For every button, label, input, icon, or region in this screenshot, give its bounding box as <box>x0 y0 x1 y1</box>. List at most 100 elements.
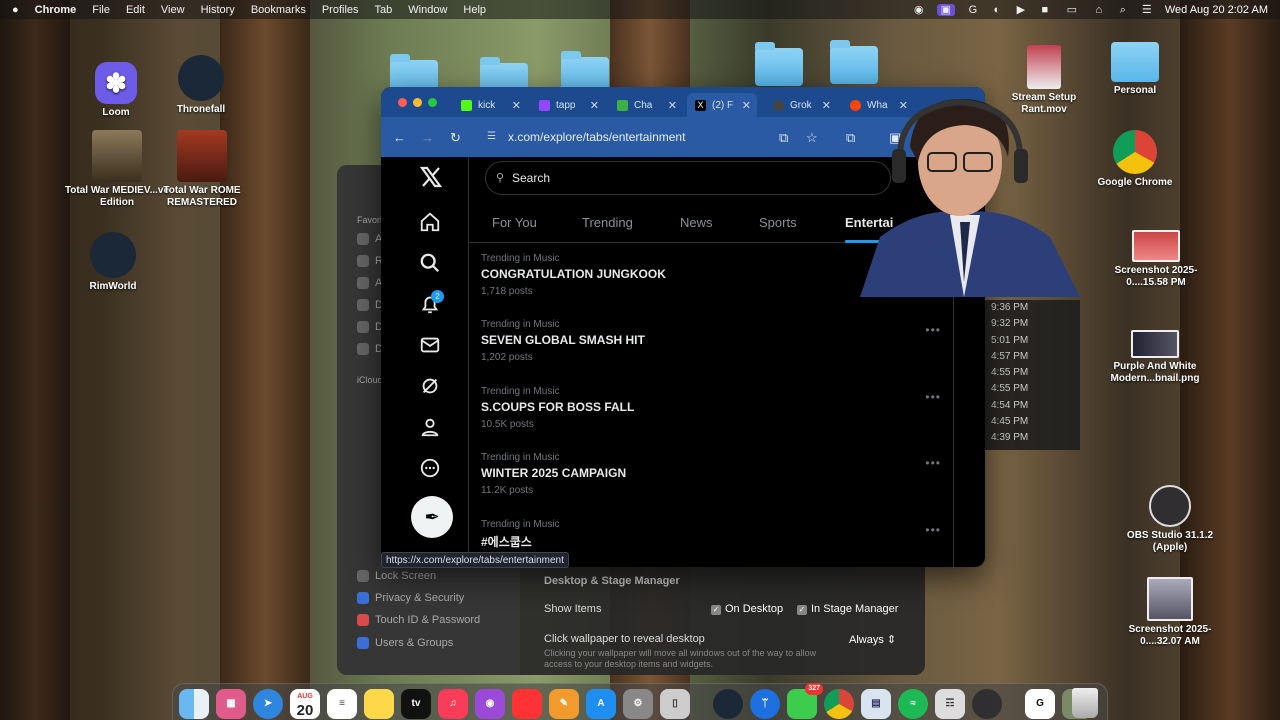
trend-item[interactable]: Trending in Music S.COUPS FOR BOSS FALL … <box>481 386 941 430</box>
settings-sidebar-item[interactable]: Lock Screen <box>357 570 436 582</box>
play-status-icon[interactable]: ▶ <box>1015 4 1027 16</box>
more-icon[interactable]: ••• <box>925 323 941 337</box>
forward-icon[interactable]: → <box>421 130 434 145</box>
trend-item[interactable]: Trending in Music WINTER 2025 CAMPAIGN 1… <box>481 452 941 496</box>
safari-icon[interactable]: ➤ <box>253 689 283 719</box>
tab-for-you[interactable]: For You <box>492 215 537 230</box>
desktop-icon-rimworld[interactable]: RimWorld <box>58 232 168 293</box>
search-icon[interactable] <box>419 252 445 278</box>
tab-trending[interactable]: Trending <box>582 215 633 230</box>
news-icon[interactable] <box>512 689 542 719</box>
menu-view[interactable]: View <box>161 4 185 16</box>
menu-edit[interactable]: Edit <box>126 4 145 16</box>
folder-icon[interactable] <box>755 42 803 86</box>
tab-grok[interactable]: Grok ✕ <box>773 93 831 117</box>
menu-bookmarks[interactable]: Bookmarks <box>251 4 306 16</box>
preview-icon[interactable]: ▤ <box>861 689 891 719</box>
desktop-icon-google-chrome[interactable]: Google Chrome <box>1080 130 1190 189</box>
settings-sidebar-item[interactable]: Privacy & Security <box>357 592 464 604</box>
music-icon[interactable]: ♫ <box>438 689 468 719</box>
tab-news[interactable]: News <box>680 215 713 230</box>
status-app-icon[interactable]: ◉ <box>913 4 925 16</box>
site-info-icon[interactable]: ☰ <box>487 123 496 151</box>
desktop-icon-purple-white[interactable]: Purple And White Modern...bnail.png <box>1100 330 1210 385</box>
x-logo-icon[interactable] <box>419 165 445 191</box>
car-status-icon[interactable]: ■ <box>1039 4 1051 16</box>
search-input[interactable]: ⚲ Search <box>485 161 891 195</box>
close-tab-icon[interactable]: ✕ <box>668 99 677 112</box>
folder-icon[interactable] <box>830 40 878 84</box>
spotlight-search-icon[interactable]: ⌕ <box>1117 4 1129 16</box>
settings-sidebar-item[interactable]: Users & Groups <box>357 637 453 649</box>
menu-app-name[interactable]: Chrome <box>35 4 77 16</box>
apple-menu-icon[interactable]: ● <box>12 4 19 16</box>
menu-tab[interactable]: Tab <box>375 4 393 16</box>
trend-item[interactable]: Trending in Music #에스쿱스 ••• <box>481 519 941 550</box>
tab-x[interactable]: X (2) F ✕ <box>687 93 757 117</box>
tab-tapp[interactable]: tapp ✕ <box>539 93 599 117</box>
desktop-icon-screenshot-2[interactable]: Screenshot 2025-0....32.07 AM <box>1115 577 1225 648</box>
on-desktop-checkbox[interactable]: ✓ On Desktop <box>711 603 783 615</box>
control-center-icon[interactable]: ☰ <box>1141 4 1153 16</box>
messages-icon[interactable]: 327 <box>787 683 823 719</box>
launchpad-icon[interactable]: ▦ <box>216 689 246 719</box>
menu-clock[interactable]: Wed Aug 20 2:02 AM <box>1165 4 1268 16</box>
desktop-icon-personal[interactable]: Personal <box>1080 42 1190 97</box>
grammarly-icon[interactable]: G <box>1025 689 1055 719</box>
more-icon[interactable]: ••• <box>925 390 941 404</box>
zoom-window-button[interactable] <box>428 98 437 107</box>
menu-help[interactable]: Help <box>463 4 486 16</box>
calendar-icon[interactable]: AUG 20 <box>290 689 320 719</box>
menu-file[interactable]: File <box>92 4 110 16</box>
tab-sports[interactable]: Sports <box>759 215 797 230</box>
close-tab-icon[interactable]: ✕ <box>590 99 599 112</box>
system-settings-icon[interactable]: ⚙ <box>623 689 653 719</box>
menu-profiles[interactable]: Profiles <box>322 4 359 16</box>
reminders-icon[interactable]: ≡ <box>327 689 357 719</box>
bookmark-star-icon[interactable]: ☆ <box>806 130 818 146</box>
notifications-icon[interactable]: 2 <box>419 290 445 319</box>
bluetooth-icon[interactable]: ᛠ <box>750 689 780 719</box>
home-icon[interactable] <box>419 211 445 237</box>
trend-item[interactable]: Trending in Music SEVEN GLOBAL SMASH HIT… <box>481 319 941 363</box>
menu-window[interactable]: Window <box>408 4 447 16</box>
notes-icon[interactable] <box>364 689 394 719</box>
grammarly-status-icon[interactable]: G <box>967 4 979 16</box>
desktop-icon-screenshot-1[interactable]: Screenshot 2025-0....15.58 PM <box>1101 230 1211 289</box>
iphone-mirroring-icon[interactable]: ▯ <box>660 689 690 719</box>
chrome-dock-icon[interactable] <box>824 689 854 719</box>
settings-sidebar-item[interactable]: Touch ID & Password <box>357 614 480 626</box>
wifi-icon[interactable]: ⌂ <box>1093 4 1105 16</box>
minimize-window-button[interactable] <box>413 98 422 107</box>
obs-dock-icon[interactable] <box>972 689 1002 719</box>
screen-record-icon[interactable]: ▣ <box>936 3 955 16</box>
close-tab-icon[interactable]: ✕ <box>742 99 751 112</box>
reload-icon[interactable]: ↻ <box>450 130 461 146</box>
messages-icon[interactable] <box>419 334 445 360</box>
install-app-icon[interactable]: ⧉ <box>779 130 788 146</box>
desktop-icon-obs[interactable]: OBS Studio 31.1.2 (Apple) <box>1115 485 1225 554</box>
back-icon[interactable]: ← <box>393 130 406 145</box>
status-g-icon[interactable]: ◐ <box>991 4 1003 16</box>
in-stage-manager-checkbox[interactable]: ✓ In Stage Manager <box>797 603 898 615</box>
more-options-icon[interactable] <box>419 457 445 483</box>
close-window-button[interactable] <box>398 98 407 107</box>
more-icon[interactable]: ••• <box>925 523 941 537</box>
gamepad-icon[interactable]: ☶ <box>935 689 965 719</box>
post-button[interactable]: ✒ <box>411 496 453 538</box>
finder-icon[interactable] <box>179 689 209 719</box>
desktop-icon-rome[interactable]: Total War ROME REMASTERED <box>147 130 257 209</box>
always-dropdown[interactable]: Always ⇕ <box>849 633 896 646</box>
steam-dock-icon[interactable] <box>713 689 743 719</box>
battery-icon[interactable]: ▭ <box>1063 4 1081 16</box>
menu-history[interactable]: History <box>201 4 235 16</box>
desktop-icon-thronefall[interactable]: Thronefall <box>146 55 256 116</box>
close-tab-icon[interactable]: ✕ <box>822 99 831 112</box>
tab-kick[interactable]: kick ✕ <box>461 93 521 117</box>
pages-icon[interactable]: ✎ <box>549 689 579 719</box>
tab-chat[interactable]: Cha ✕ <box>617 93 677 117</box>
address-bar[interactable]: ☰ x.com/explore/tabs/entertainment <box>478 123 788 151</box>
grok-nav-icon[interactable] <box>419 375 445 401</box>
app-store-icon[interactable]: A <box>586 689 616 719</box>
podcasts-icon[interactable]: ◉ <box>475 689 505 719</box>
